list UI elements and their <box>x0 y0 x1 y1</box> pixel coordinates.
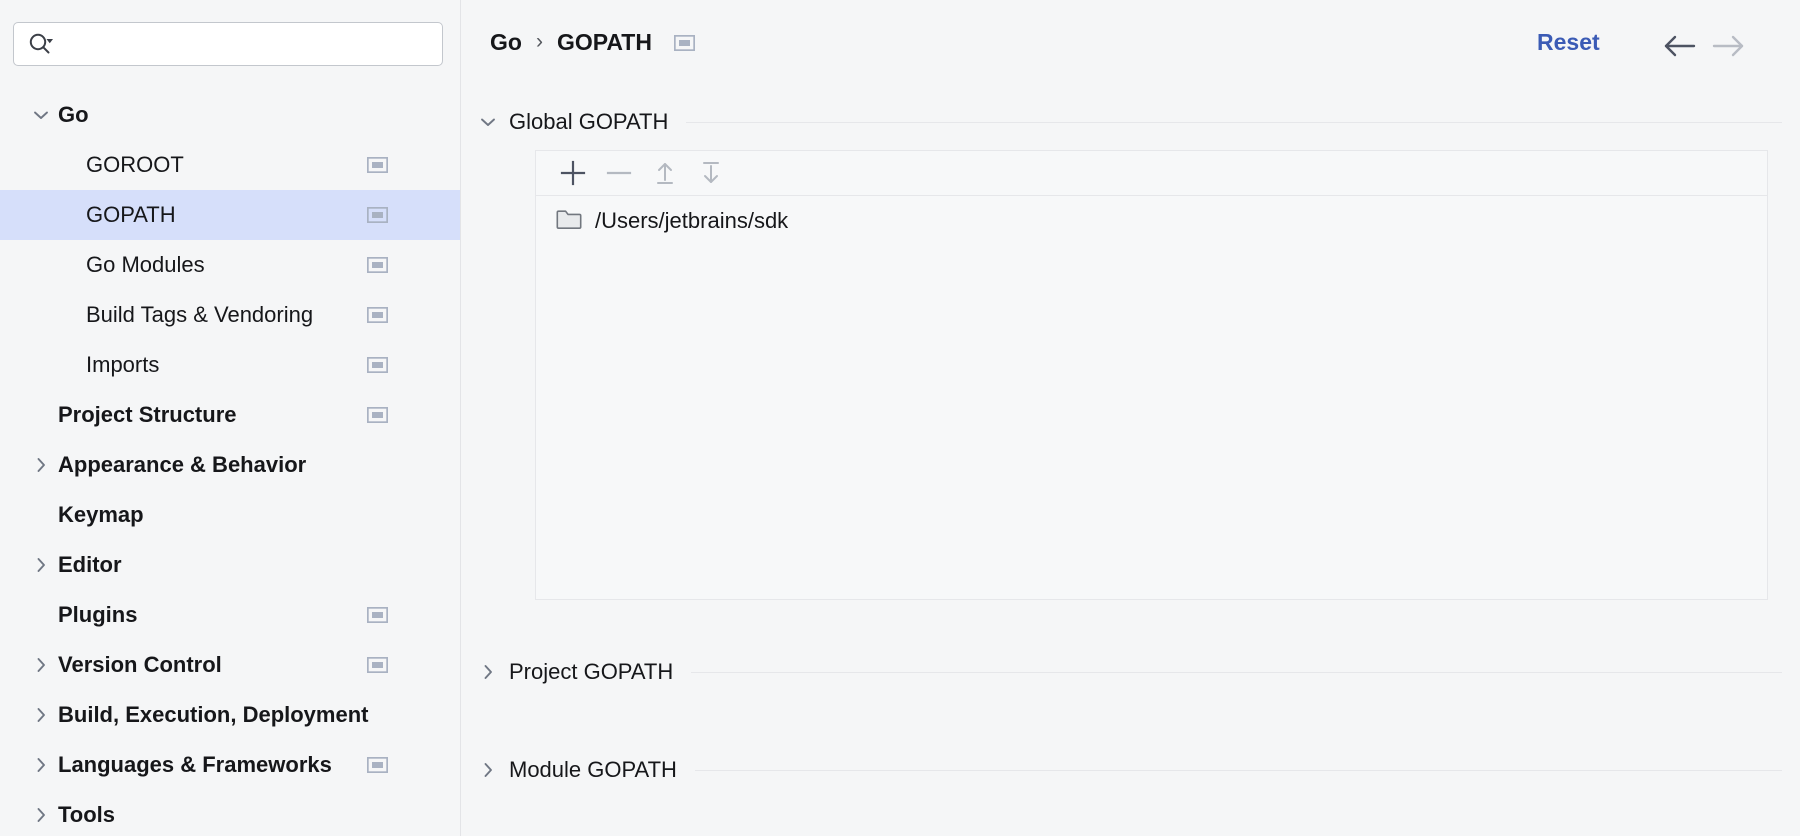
chevron-right-icon[interactable] <box>30 690 52 740</box>
scope-icon <box>366 256 389 274</box>
chevron-down-icon[interactable] <box>30 90 52 140</box>
sidebar-item-label: GOROOT <box>86 152 184 177</box>
sidebar-item-label: Plugins <box>58 602 138 627</box>
chevron-down-icon <box>475 112 501 132</box>
chevron-right-icon[interactable] <box>30 740 52 790</box>
chevron-right-icon <box>475 662 501 682</box>
chevron-right-icon[interactable] <box>30 440 52 490</box>
add-button[interactable] <box>550 151 596 196</box>
sidebar-item-label: Keymap <box>58 502 144 527</box>
main-header: Go › GOPATH Reset <box>461 0 1800 88</box>
section-title: Module GOPATH <box>509 757 677 782</box>
scope-icon <box>366 756 389 774</box>
sidebar-item-label: Go Modules <box>86 252 205 277</box>
scope-icon <box>366 306 389 324</box>
breadcrumb: Go › GOPATH <box>490 29 696 56</box>
gopath-entry-path: /Users/jetbrains/sdk <box>595 208 789 233</box>
sidebar-item-gopath[interactable]: GOPATH <box>0 190 460 240</box>
scope-icon <box>673 33 696 52</box>
gopath-list-toolbar <box>536 151 1767 196</box>
sidebar-item-label: Editor <box>58 552 122 577</box>
sidebar-item-label: Build Tags & Vendoring <box>86 302 314 327</box>
scope-icon <box>366 406 389 424</box>
chevron-right-icon[interactable] <box>30 540 52 590</box>
gopath-entry-row[interactable]: /Users/jetbrains/sdk <box>536 197 1767 245</box>
sidebar-item-appearance-behavior[interactable]: Appearance & Behavior <box>0 440 460 490</box>
search-icon <box>28 32 54 56</box>
sidebar-item-version-control[interactable]: Version Control <box>0 640 460 690</box>
section-header-project-gopath[interactable]: Project GOPATH <box>461 655 1800 689</box>
section-header-module-gopath[interactable]: Module GOPATH <box>461 753 1800 787</box>
sidebar-item-label: Languages & Frameworks <box>58 752 332 777</box>
back-arrow-icon[interactable] <box>1661 33 1697 59</box>
scope-icon <box>366 606 389 624</box>
sidebar-item-build-tags-vendoring[interactable]: Build Tags & Vendoring <box>0 290 460 340</box>
search-input[interactable] <box>62 24 442 64</box>
sidebar-item-go-modules[interactable]: Go Modules <box>0 240 460 290</box>
section-title: Global GOPATH <box>509 109 669 134</box>
move-down-button[interactable] <box>688 151 734 196</box>
sidebar-item-label: Tools <box>58 802 116 827</box>
sidebar-item-build-execution-deployment[interactable]: Build, Execution, Deployment <box>0 690 460 740</box>
sidebar-item-label: Version Control <box>58 652 222 677</box>
section-header-global-gopath[interactable]: Global GOPATH <box>461 105 1800 139</box>
scope-icon <box>366 356 389 374</box>
move-up-button[interactable] <box>642 151 688 196</box>
section-title: Project GOPATH <box>509 659 674 684</box>
gopath-entries-list[interactable]: /Users/jetbrains/sdk <box>536 197 1767 599</box>
sidebar-item-keymap[interactable]: Keymap <box>0 490 460 540</box>
breadcrumb-root[interactable]: Go <box>490 29 522 56</box>
sidebar-item-label: Go <box>58 102 89 127</box>
settings-tree: Go GOROOT GOPATH Go Modules Build Tags & Ven… <box>0 90 460 836</box>
global-gopath-list-panel: /Users/jetbrains/sdk <box>535 150 1768 600</box>
reset-button[interactable]: Reset <box>1537 29 1600 56</box>
folder-icon <box>556 208 582 235</box>
scope-icon <box>366 156 389 174</box>
scope-icon <box>366 206 389 224</box>
sidebar-item-label: Imports <box>86 352 160 377</box>
sidebar-item-label: Appearance & Behavior <box>58 452 307 477</box>
breadcrumb-separator-icon: › <box>535 29 543 53</box>
scope-icon <box>366 656 389 674</box>
settings-dialog: Go GOROOT GOPATH Go Modules Build Tags & Ven… <box>0 0 1800 836</box>
sidebar-item-imports[interactable]: Imports <box>0 340 460 390</box>
section-rule <box>691 671 1782 673</box>
sidebar-item-plugins[interactable]: Plugins <box>0 590 460 640</box>
sidebar-item-editor[interactable]: Editor <box>0 540 460 590</box>
sidebar-item-label: Project Structure <box>58 402 237 427</box>
remove-button[interactable] <box>596 151 642 196</box>
settings-main-panel: Go › GOPATH Reset Global GOPATH /Users/j… <box>461 0 1800 836</box>
sidebar-item-languages-frameworks[interactable]: Languages & Frameworks <box>0 740 460 790</box>
breadcrumb-current: GOPATH <box>556 29 652 55</box>
sidebar-item-tools[interactable]: Tools <box>0 790 460 836</box>
settings-sidebar: Go GOROOT GOPATH Go Modules Build Tags & Ven… <box>0 0 460 836</box>
sidebar-item-goroot[interactable]: GOROOT <box>0 140 460 190</box>
sidebar-item-label: GOPATH <box>86 202 176 227</box>
section-rule <box>694 769 1782 771</box>
sidebar-item-label: Build, Execution, Deployment <box>58 702 369 727</box>
chevron-right-icon[interactable] <box>30 640 52 690</box>
chevron-right-icon[interactable] <box>30 790 52 836</box>
forward-arrow-icon[interactable] <box>1711 33 1747 59</box>
sidebar-item-go[interactable]: Go <box>0 90 460 140</box>
sidebar-item-project-structure[interactable]: Project Structure <box>0 390 460 440</box>
chevron-right-icon <box>475 760 501 780</box>
section-rule <box>686 121 1782 123</box>
search-box[interactable] <box>13 22 443 66</box>
